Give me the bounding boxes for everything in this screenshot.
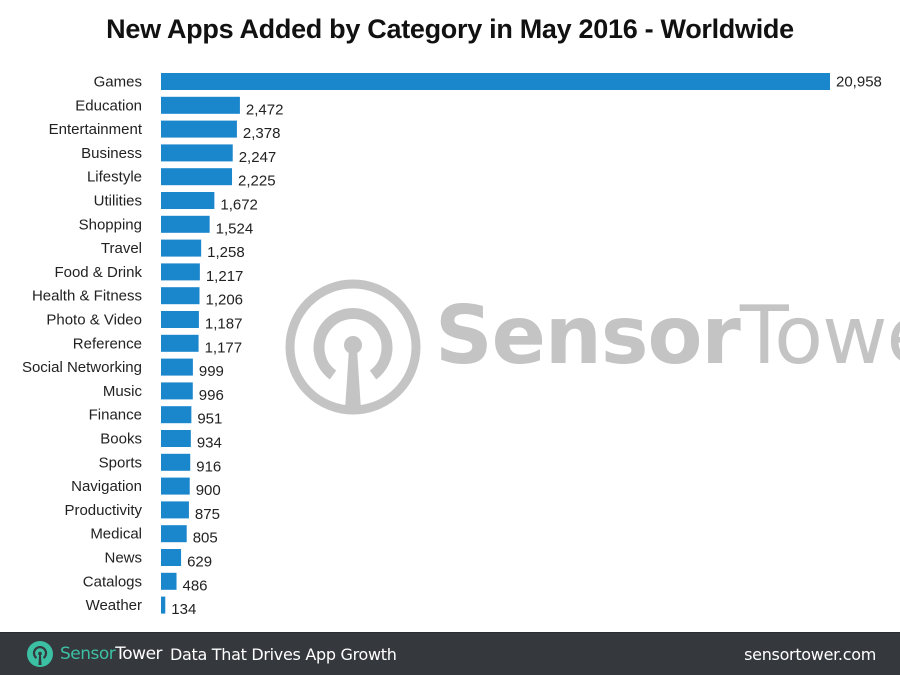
- bar: [161, 501, 189, 519]
- bar: [161, 239, 202, 257]
- category-label: Food & Drink: [54, 264, 142, 281]
- category-label: Shopping: [79, 216, 142, 233]
- bar: [161, 215, 210, 233]
- bar: [161, 477, 190, 495]
- value-label: 1,177: [205, 339, 243, 356]
- bar-chart: Games 20,958 Education 2,472 Entertainment 2,…: [22, 73, 882, 618]
- bar: [161, 168, 233, 186]
- value-label: 134: [171, 601, 196, 618]
- chart-title: New Apps Added by Category in May 2016 -…: [106, 14, 794, 44]
- value-label: 1,258: [207, 244, 245, 261]
- value-label: 1,217: [206, 268, 244, 285]
- bar: [161, 334, 199, 352]
- bar: [161, 525, 187, 543]
- category-label: News: [104, 550, 142, 567]
- value-label: 2,378: [243, 125, 281, 142]
- bar: [161, 144, 233, 162]
- bar: [161, 453, 191, 471]
- category-label: Social Networking: [22, 359, 142, 376]
- bar: [161, 572, 177, 590]
- value-label: 900: [196, 482, 221, 499]
- value-label: 934: [197, 435, 222, 452]
- category-label: Travel: [101, 240, 142, 257]
- bar: [161, 549, 182, 566]
- value-label: 2,472: [246, 101, 284, 118]
- value-label: 1,524: [216, 220, 254, 237]
- footer: SensorTower Data That Drives App Growth …: [0, 632, 900, 675]
- bar: [161, 406, 192, 424]
- value-label: 2,225: [238, 173, 276, 190]
- category-label: Entertainment: [49, 121, 143, 138]
- bar: [161, 596, 166, 614]
- sensortower-logo-icon: [27, 641, 53, 667]
- category-label: Medical: [90, 526, 142, 543]
- category-label: Photo & Video: [46, 312, 142, 329]
- value-label: 999: [199, 363, 224, 380]
- footer-brand: SensorTower: [60, 644, 163, 664]
- value-label: 2,247: [239, 149, 277, 166]
- value-label: 486: [183, 577, 208, 594]
- value-label: 875: [195, 506, 220, 523]
- category-label: Music: [103, 383, 143, 400]
- category-label: Business: [81, 145, 142, 162]
- bar: [161, 96, 240, 114]
- category-label: Education: [75, 97, 142, 114]
- category-label: Finance: [89, 407, 142, 424]
- category-label: Lifestyle: [87, 169, 142, 186]
- value-label: 916: [196, 458, 221, 475]
- category-label: Reference: [73, 335, 142, 352]
- category-label: Catalogs: [83, 573, 142, 590]
- bar: [161, 287, 200, 305]
- value-label: 1,187: [205, 316, 243, 333]
- category-label: Games: [94, 74, 142, 91]
- value-label: 1,206: [205, 292, 243, 309]
- category-label: Weather: [86, 597, 142, 614]
- value-label: 20,958: [836, 74, 882, 91]
- value-label: 951: [197, 411, 222, 428]
- bar: [161, 73, 830, 90]
- value-label: 629: [187, 554, 212, 571]
- value-label: 1,672: [220, 197, 258, 214]
- category-label: Health & Fitness: [32, 288, 142, 305]
- footer-tagline: Data That Drives App Growth: [170, 645, 397, 664]
- bar: [161, 311, 199, 328]
- category-label: Navigation: [71, 478, 142, 495]
- footer-website-link[interactable]: sensortower.com: [744, 645, 876, 664]
- bar: [161, 192, 215, 209]
- bar: [161, 263, 200, 281]
- bar: [161, 120, 237, 138]
- bar: [161, 382, 193, 400]
- bar: [161, 430, 191, 447]
- bar: [161, 358, 193, 376]
- category-label: Productivity: [64, 502, 142, 519]
- category-label: Utilities: [94, 193, 142, 210]
- category-label: Sports: [99, 454, 142, 471]
- value-label: 805: [193, 530, 218, 547]
- value-label: 996: [199, 387, 224, 404]
- category-label: Books: [100, 431, 142, 448]
